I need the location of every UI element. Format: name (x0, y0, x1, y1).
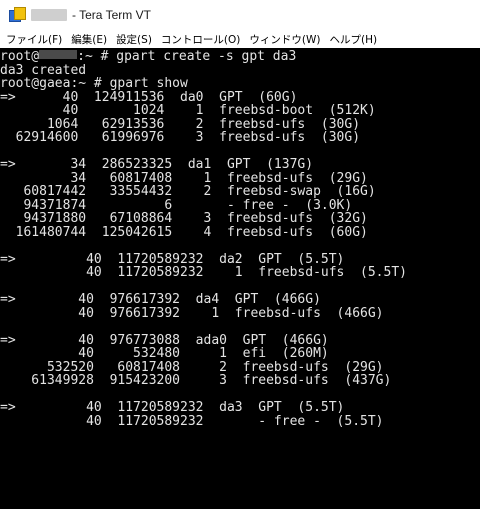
tera-term-window: - Tera Term VT ファイル(F) 編集(E) 設定(S) コントロー… (0, 0, 480, 509)
terminal-line: 40 532480 1 efi (260M) (0, 346, 329, 361)
menu-help[interactable]: ヘルプ(H) (323, 32, 377, 47)
terminal-line: root@gaea:~ # gpart show (0, 76, 188, 91)
terminal-line: 40 976617392 1 freebsd-ufs (466G) (0, 305, 384, 321)
terminal-line: 161480744 125042615 4 freebsd-ufs (60G) (0, 224, 368, 240)
terminal-line: 62914600 61996976 3 freebsd-ufs (30G) (0, 130, 361, 145)
terminal-line: root@ :~ # gpart create -s gpt da3 (0, 50, 480, 64)
terminal-line: => 40 976617392 da4 GPT (466G) (0, 292, 321, 307)
terminal-line: da3 created (0, 62, 87, 78)
terminal-line: 40 1024 1 freebsd-boot (512K) (0, 103, 376, 118)
terminal-line: 61349928 915423200 3 freebsd-ufs (437G) (0, 373, 392, 388)
redacted-hostname (39, 50, 78, 59)
terminal-line: 60817442 33554432 2 freebsd-swap (16G) (0, 184, 376, 199)
terminal-line: => 34 286523325 da1 GPT (137G) (0, 157, 314, 172)
menu-control[interactable]: コントロール(O) (155, 32, 240, 47)
prompt-user: root@ (0, 50, 40, 64)
tera-term-app-icon[interactable] (9, 7, 26, 23)
menu-edit[interactable]: 編集(E) (65, 32, 107, 47)
terminal-line: 94371874 6 - free - (3.0K) (0, 197, 353, 213)
terminal-output[interactable]: root@ :~ # gpart create -s gpt da3 da3 cr… (0, 50, 480, 509)
terminal-line: => 40 976773088 ada0 GPT (466G) (0, 332, 329, 348)
window-title: - Tera Term VT (72, 8, 151, 22)
terminal-line: 34 60817408 1 freebsd-ufs (29G) (0, 170, 368, 186)
menu-window[interactable]: ウィンドウ(W) (243, 32, 320, 47)
menu-setup[interactable]: 設定(S) (110, 32, 152, 47)
terminal-line: 532520 60817408 2 freebsd-ufs (29G) (0, 359, 384, 375)
terminal-line: => 40 124911536 da0 GPT (60G) (0, 89, 298, 105)
terminal-line: 40 11720589232 1 freebsd-ufs (5.5T) (0, 265, 407, 280)
terminal-line: => 40 11720589232 da2 GPT (5.5T) (0, 251, 345, 267)
title-bar[interactable]: - Tera Term VT (0, 0, 480, 30)
terminal-line: 94371880 67108864 3 freebsd-ufs (32G) (0, 211, 368, 226)
title-redacted-host (31, 9, 67, 21)
menu-bar: ファイル(F) 編集(E) 設定(S) コントロール(O) ウィンドウ(W) ヘ… (0, 30, 480, 48)
terminal-line: 40 11720589232 - free - (5.5T) (0, 413, 384, 429)
terminal-line: => 40 11720589232 da3 GPT (5.5T) (0, 400, 345, 415)
terminal-line: 1064 62913536 2 freebsd-ufs (30G) (0, 116, 361, 132)
menu-file[interactable]: ファイル(F) (0, 32, 62, 47)
command-text: :~ # gpart create -s gpt da3 (77, 50, 297, 64)
